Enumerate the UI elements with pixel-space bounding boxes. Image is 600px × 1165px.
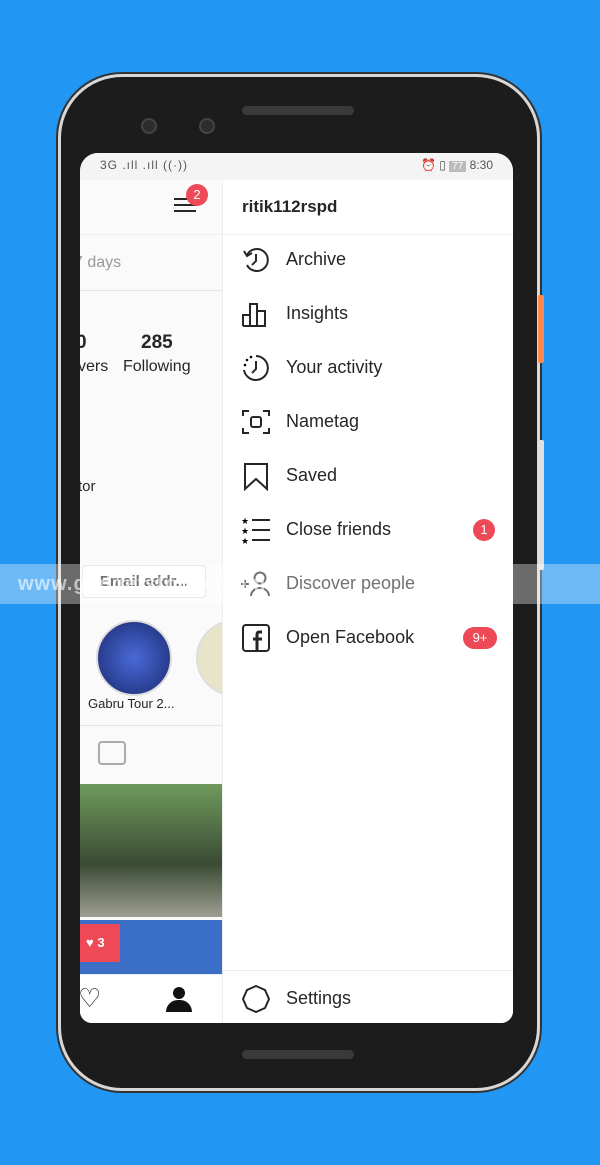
status-right: ⏰ ▯ 77 8:30 bbox=[420, 158, 493, 172]
following-label[interactable]: Following bbox=[123, 358, 191, 376]
post-thumbnail[interactable] bbox=[80, 784, 222, 917]
nametag-scan-icon bbox=[242, 410, 270, 434]
svg-text:★: ★ bbox=[241, 536, 249, 545]
settings-gear-icon bbox=[241, 984, 271, 1014]
menu-item-insights[interactable]: Insights bbox=[223, 287, 513, 341]
watermark: www.gadgetstouse.com bbox=[0, 564, 600, 604]
svg-text:★: ★ bbox=[241, 526, 249, 536]
menu-item-saved[interactable]: Saved bbox=[223, 449, 513, 503]
menu-item-label: Nametag bbox=[286, 411, 360, 431]
followers-count: 0 bbox=[80, 332, 87, 353]
menu-item-label: Open Facebook bbox=[286, 627, 415, 647]
following-count[interactable]: 285 bbox=[141, 332, 173, 354]
clock: 8:30 bbox=[469, 158, 493, 172]
menu-item-label: Your activity bbox=[286, 357, 383, 377]
menu-item-settings[interactable]: Settings bbox=[223, 972, 513, 1023]
tagged-tab-icon[interactable] bbox=[98, 741, 126, 765]
facebook-badge: 9+ bbox=[463, 627, 497, 649]
menu-item-label: Settings bbox=[286, 988, 352, 1008]
likes-count: 3 bbox=[97, 935, 105, 950]
chin-speaker bbox=[242, 1050, 354, 1059]
highlight-label: Gabru Tour 2... bbox=[88, 696, 175, 711]
likes-notification: ♥ 3 bbox=[80, 924, 120, 962]
power-button bbox=[538, 295, 544, 363]
menu-item-open-facebook[interactable]: Open Facebook 9+ bbox=[223, 611, 513, 665]
divider bbox=[80, 290, 222, 291]
front-camera bbox=[199, 118, 215, 134]
facebook-icon bbox=[242, 624, 270, 652]
bottom-nav: ♡ bbox=[80, 974, 222, 1023]
menu-button[interactable]: 2 bbox=[172, 184, 208, 218]
drawer-username: ritik112rspd bbox=[242, 197, 338, 216]
earpiece bbox=[242, 106, 354, 115]
story-highlight[interactable] bbox=[96, 620, 172, 696]
menu-item-archive[interactable]: Archive bbox=[223, 233, 513, 287]
menu-item-nametag[interactable]: Nametag bbox=[223, 395, 513, 449]
menu-item-label: Insights bbox=[286, 303, 349, 323]
divider bbox=[80, 725, 222, 726]
bar-chart-icon bbox=[242, 303, 266, 327]
bookmark-icon bbox=[244, 463, 268, 491]
menu-item-close-friends[interactable]: ★ ★ ★ Close friends 1 bbox=[223, 503, 513, 557]
divider bbox=[223, 970, 513, 971]
menu-item-label: Close friends bbox=[286, 519, 392, 539]
days-text: 7 days bbox=[80, 254, 122, 271]
svg-text:★: ★ bbox=[241, 516, 249, 526]
signal-indicators: 3G .ıll .ıll ((·)) bbox=[100, 158, 188, 172]
followers-label: vers bbox=[80, 358, 109, 375]
status-bar: 3G .ıll .ıll ((·)) ⏰ ▯ 77 8:30 bbox=[80, 153, 513, 180]
menu-badge: 2 bbox=[186, 184, 208, 206]
close-friends-list-icon: ★★★ bbox=[241, 516, 270, 545]
close-friends-badge: 1 bbox=[473, 519, 495, 541]
volume-button bbox=[538, 440, 544, 570]
profile-icon[interactable] bbox=[166, 987, 192, 1013]
front-camera bbox=[141, 118, 157, 134]
activity-clock-icon bbox=[243, 355, 269, 381]
heart-icon[interactable]: ♡ bbox=[80, 983, 101, 1014]
bio-text: tor bbox=[80, 478, 96, 495]
battery-level: 77 bbox=[449, 161, 467, 172]
archive-clock-icon bbox=[243, 248, 269, 272]
menu-item-label: Saved bbox=[286, 465, 338, 485]
menu-item-label: Archive bbox=[286, 249, 347, 269]
menu-item-your-activity[interactable]: Your activity bbox=[223, 341, 513, 395]
